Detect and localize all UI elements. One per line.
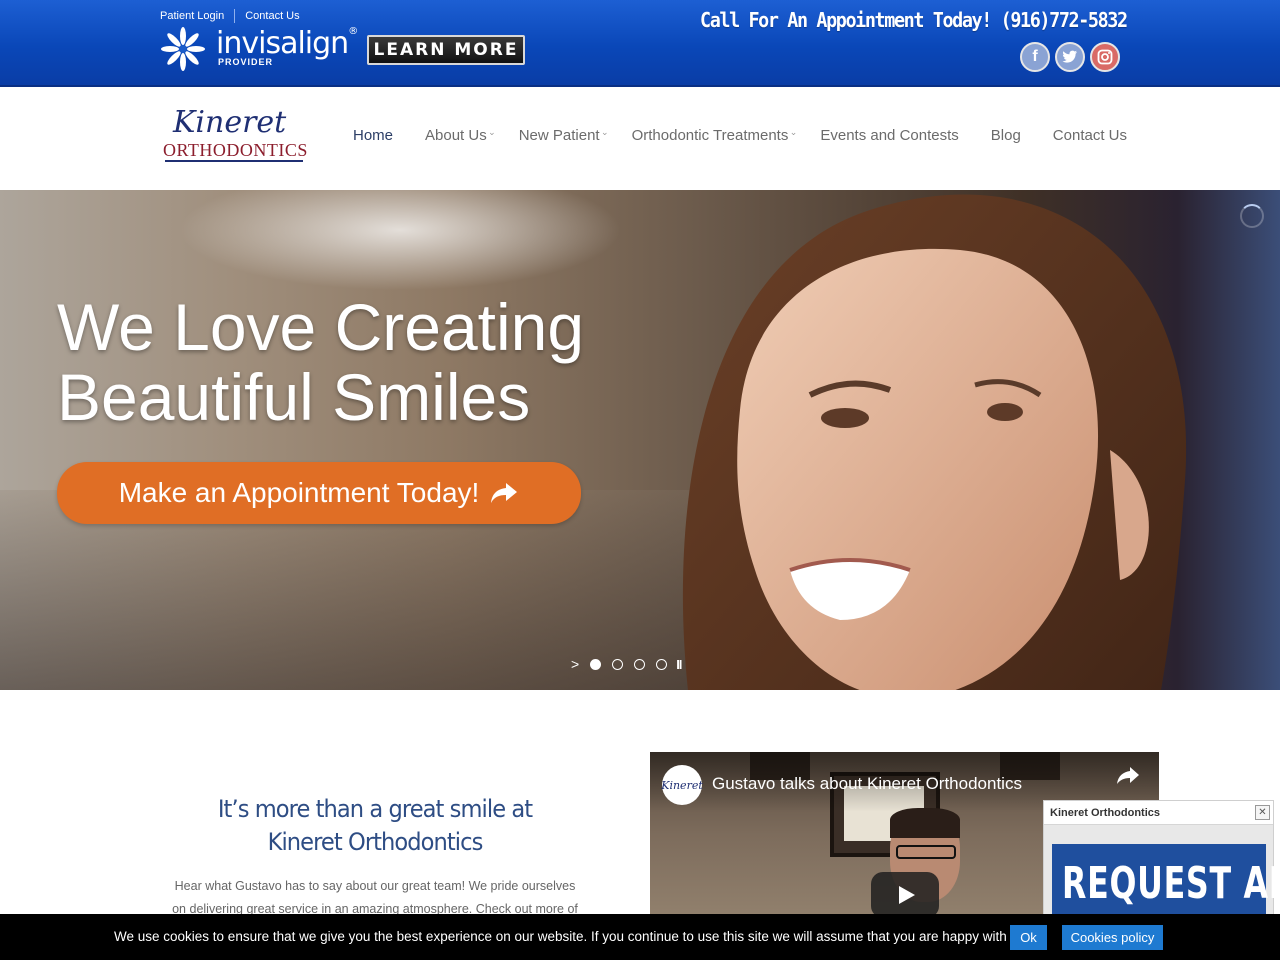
logo-underline (165, 160, 303, 162)
loading-spinner-icon (1240, 204, 1264, 228)
hero-headline-line2: Beautiful Smiles (57, 360, 531, 434)
invisalign-provider-label: PROVIDER (218, 57, 274, 67)
widget-title: Kineret Orthodontics (1050, 807, 1161, 819)
hero-headline: We Love Creating Beautiful Smiles (57, 292, 584, 432)
chevron-down-icon: ⌄ (601, 127, 609, 137)
nav-item-blog[interactable]: Blog (991, 127, 1021, 144)
video-person-glasses (896, 845, 956, 859)
top-bar: Patient Login Contact Us invisalign® PRO… (0, 0, 1280, 87)
make-appointment-label: Make an Appointment Today! (118, 477, 480, 508)
page: Patient Login Contact Us invisalign® PRO… (0, 0, 1280, 960)
nav-item-new-patient[interactable]: New Patient ⌄ (519, 127, 609, 144)
slider-dot-4[interactable] (656, 658, 668, 670)
slider-next-button[interactable]: > (571, 656, 579, 672)
cookie-policy-button[interactable]: Cookies policy (1062, 925, 1163, 950)
share-icon[interactable] (1116, 765, 1140, 785)
instagram-camera-shape (1097, 49, 1113, 65)
logo-script-text: Kineret (173, 105, 287, 140)
twitter-bird-shape (1062, 50, 1077, 63)
instagram-icon[interactable] (1090, 42, 1120, 72)
play-button-icon[interactable] (871, 872, 939, 918)
slider-pause-button[interactable]: II (676, 657, 682, 672)
make-appointment-button[interactable]: Make an Appointment Today! (57, 462, 581, 524)
invisalign-logo[interactable]: invisalign® PROVIDER (160, 26, 360, 72)
top-links: Patient Login Contact Us (160, 9, 300, 23)
kineret-logo[interactable]: Kineret ORTHODONTICS (163, 105, 308, 167)
logo-sub-text: ORTHODONTICS (163, 140, 308, 160)
slider-dot-1[interactable] (590, 658, 602, 670)
channel-avatar[interactable]: Kineret (661, 765, 703, 805)
hero-headline-line1: We Love Creating (57, 290, 585, 364)
invisalign-star-icon (161, 27, 205, 71)
hero-slider (0, 190, 1280, 690)
slider-dot-2[interactable] (612, 658, 624, 670)
close-icon[interactable]: ✕ (1255, 805, 1270, 820)
main-nav: Home About Us ⌄ New Patient ⌄ Orthodontic … (353, 127, 1127, 144)
video-person-hair (890, 808, 960, 838)
facebook-icon[interactable]: f (1020, 42, 1050, 72)
intro-heading: It’s more than a great smile at Kineret … (217, 795, 533, 856)
chevron-down-icon: ⌄ (789, 127, 798, 137)
nav-item-orthodontic-treatments[interactable]: Orthodontic Treatments ⌄ (632, 127, 798, 144)
top-links-divider (234, 9, 236, 23)
slider-dot-3[interactable] (634, 658, 646, 670)
cookie-ok-button[interactable]: Ok (1010, 925, 1047, 950)
invisalign-wordmark: invisalign® (216, 26, 358, 61)
slider-controls: > II (571, 656, 682, 672)
video-title[interactable]: Gustavo talks about Kineret Orthodontics (712, 774, 1022, 794)
top-contact-link[interactable]: Contact Us (245, 10, 299, 22)
widget-header: Kineret Orthodontics ✕ (1044, 801, 1273, 825)
share-arrow-icon (491, 483, 518, 503)
nav-item-about-us[interactable]: About Us ⌄ (425, 127, 496, 144)
chevron-down-icon: ⌄ (488, 127, 496, 137)
nav-item-home[interactable]: Home (353, 127, 393, 144)
twitter-icon[interactable] (1055, 42, 1085, 72)
learn-more-button[interactable]: LEARN MORE (367, 35, 525, 65)
hero-woman-photo (682, 194, 1187, 690)
cookie-notice-text: We use cookies to ensure that we give yo… (114, 929, 1021, 944)
request-banner-text: REQUEST AN (1062, 858, 1280, 909)
nav-item-contact-us[interactable]: Contact Us (1053, 127, 1127, 144)
patient-login-link[interactable]: Patient Login (160, 10, 224, 22)
nav-item-events[interactable]: Events and Contests (820, 127, 958, 144)
call-appointment-text[interactable]: Call For An Appointment Today! (916)772-… (700, 8, 1128, 32)
cookie-notice-bar: We use cookies to ensure that we give yo… (0, 914, 1280, 960)
